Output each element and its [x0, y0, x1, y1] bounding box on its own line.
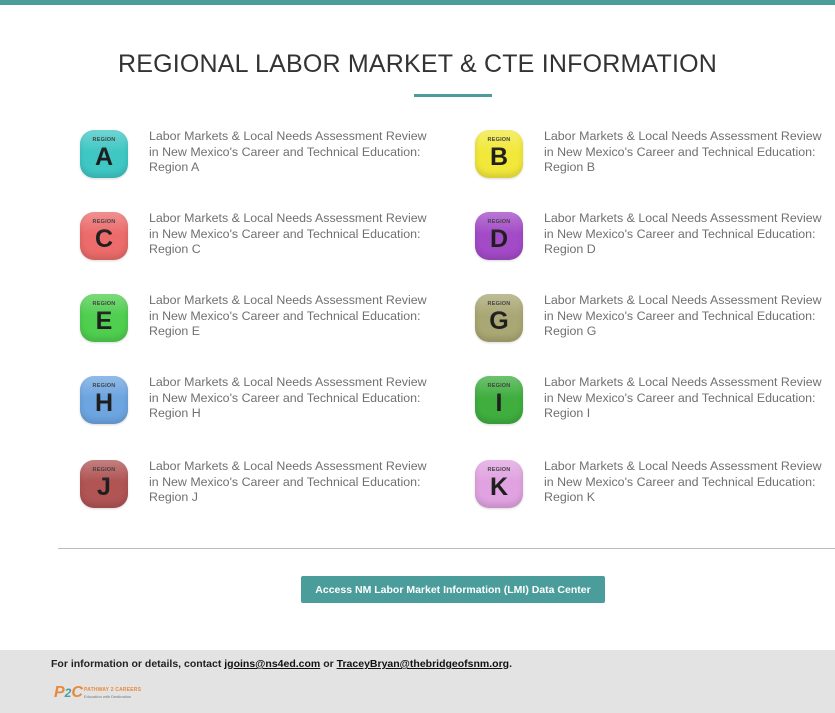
- region-i-badge-icon: REGION I: [475, 376, 523, 424]
- badge-letter: A: [94, 143, 114, 171]
- badge-region-word: REGION: [92, 467, 116, 473]
- badge-region-word: REGION: [487, 383, 511, 389]
- badge-letter: H: [94, 389, 114, 417]
- region-link-text[interactable]: Labor Markets & Local Needs Assessment R…: [149, 211, 429, 258]
- section-divider: [58, 548, 835, 549]
- page-title: REGIONAL LABOR MARKET & CTE INFORMATION: [117, 50, 718, 78]
- badge-region-word: REGION: [487, 467, 511, 473]
- pathway2careers-logo: P2C PATHWAY 2 CAREERS Education with Des…: [54, 684, 154, 704]
- lmi-data-center-button[interactable]: Access NM Labor Market Information (LMI)…: [301, 576, 605, 603]
- region-link-d[interactable]: REGION D Labor Markets & Local Needs Ass…: [475, 211, 822, 266]
- region-link-b[interactable]: REGION B Labor Markets & Local Needs Ass…: [475, 129, 822, 184]
- badge-letter: B: [489, 143, 509, 171]
- logo-mark-p: P: [54, 684, 65, 701]
- region-link-h[interactable]: REGION H Labor Markets & Local Needs Ass…: [80, 375, 427, 430]
- region-link-j[interactable]: REGION J Labor Markets & Local Needs Ass…: [80, 459, 427, 514]
- logo-mark-c: C: [71, 684, 83, 701]
- region-d-badge-icon: REGION D: [475, 212, 523, 260]
- footer-contact-text: For information or details, contact jgoi…: [51, 658, 512, 670]
- region-link-a[interactable]: REGION A Labor Markets & Local Needs Ass…: [80, 129, 427, 184]
- region-k-badge-icon: REGION K: [475, 460, 523, 508]
- logo-mark: P2C: [54, 684, 83, 702]
- region-c-badge-icon: REGION C: [80, 212, 128, 260]
- badge-region-word: REGION: [92, 137, 116, 143]
- logo-name: PATHWAY 2 CAREERS: [84, 687, 142, 693]
- logo-tagline: Education with Destination: [84, 694, 132, 699]
- badge-region-word: REGION: [487, 219, 511, 225]
- badge-letter: D: [489, 225, 509, 253]
- region-link-text[interactable]: Labor Markets & Local Needs Assessment R…: [149, 375, 429, 422]
- email-link-jgoins[interactable]: jgoins@ns4ed.com: [224, 658, 320, 670]
- badge-region-word: REGION: [487, 137, 511, 143]
- region-link-text[interactable]: Labor Markets & Local Needs Assessment R…: [149, 129, 429, 176]
- region-a-badge-icon: REGION A: [80, 130, 128, 178]
- region-link-text[interactable]: Labor Markets & Local Needs Assessment R…: [544, 459, 824, 506]
- badge-letter: I: [495, 389, 503, 417]
- region-link-text[interactable]: Labor Markets & Local Needs Assessment R…: [149, 293, 429, 340]
- region-link-g[interactable]: REGION G Labor Markets & Local Needs Ass…: [475, 293, 822, 348]
- region-link-i[interactable]: REGION I Labor Markets & Local Needs Ass…: [475, 375, 822, 430]
- region-e-badge-icon: REGION E: [80, 294, 128, 342]
- region-g-badge-icon: REGION G: [475, 294, 523, 342]
- region-link-text[interactable]: Labor Markets & Local Needs Assessment R…: [544, 293, 824, 340]
- badge-region-word: REGION: [92, 301, 116, 307]
- title-underline: [414, 94, 492, 97]
- badge-letter: J: [97, 473, 111, 501]
- badge-region-word: REGION: [92, 219, 116, 225]
- region-link-text[interactable]: Labor Markets & Local Needs Assessment R…: [544, 375, 824, 422]
- footer: For information or details, contact jgoi…: [0, 650, 835, 713]
- top-accent-bar: [0, 0, 835, 5]
- footer-middle: or: [320, 658, 337, 670]
- badge-region-word: REGION: [487, 301, 511, 307]
- region-link-text[interactable]: Labor Markets & Local Needs Assessment R…: [149, 459, 429, 506]
- region-link-e[interactable]: REGION E Labor Markets & Local Needs Ass…: [80, 293, 427, 348]
- region-h-badge-icon: REGION H: [80, 376, 128, 424]
- email-link-traceybryan[interactable]: TraceyBryan@thebridgeofsnm.org: [337, 658, 509, 670]
- region-link-text[interactable]: Labor Markets & Local Needs Assessment R…: [544, 211, 824, 258]
- footer-suffix: .: [509, 658, 512, 670]
- region-link-k[interactable]: REGION K Labor Markets & Local Needs Ass…: [475, 459, 822, 514]
- badge-letter: E: [95, 307, 113, 335]
- footer-prefix: For information or details, contact: [51, 658, 225, 670]
- region-j-badge-icon: REGION J: [80, 460, 128, 508]
- badge-letter: K: [489, 473, 509, 501]
- badge-letter: C: [94, 225, 114, 253]
- region-link-text[interactable]: Labor Markets & Local Needs Assessment R…: [544, 129, 824, 176]
- region-link-c[interactable]: REGION C Labor Markets & Local Needs Ass…: [80, 211, 427, 266]
- badge-letter: G: [489, 307, 509, 335]
- badge-region-word: REGION: [92, 383, 116, 389]
- region-b-badge-icon: REGION B: [475, 130, 523, 178]
